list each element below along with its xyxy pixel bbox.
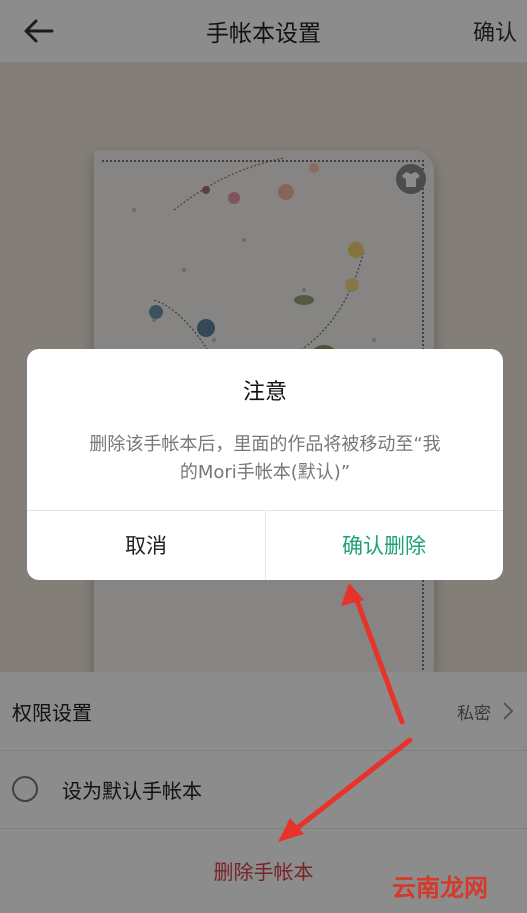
confirm-delete-button[interactable]: 确认删除 bbox=[265, 510, 503, 580]
dialog-message-line1: 删除该手帐本后，里面的作品将被移动至“我 bbox=[89, 434, 441, 455]
dialog-message: 删除该手帐本后，里面的作品将被移动至“我 的Mori手帐本(默认)” bbox=[51, 431, 479, 487]
cancel-button[interactable]: 取消 bbox=[27, 510, 265, 580]
dialog-message-line2: 的Mori手帐本(默认)” bbox=[179, 462, 351, 483]
watermark-text: 云南龙网 bbox=[392, 874, 488, 902]
dialog-title: 注意 bbox=[242, 380, 287, 405]
confirm-dialog: 注意 删除该手帐本后，里面的作品将被移动至“我 的Mori手帐本(默认)” 取消… bbox=[27, 349, 503, 580]
